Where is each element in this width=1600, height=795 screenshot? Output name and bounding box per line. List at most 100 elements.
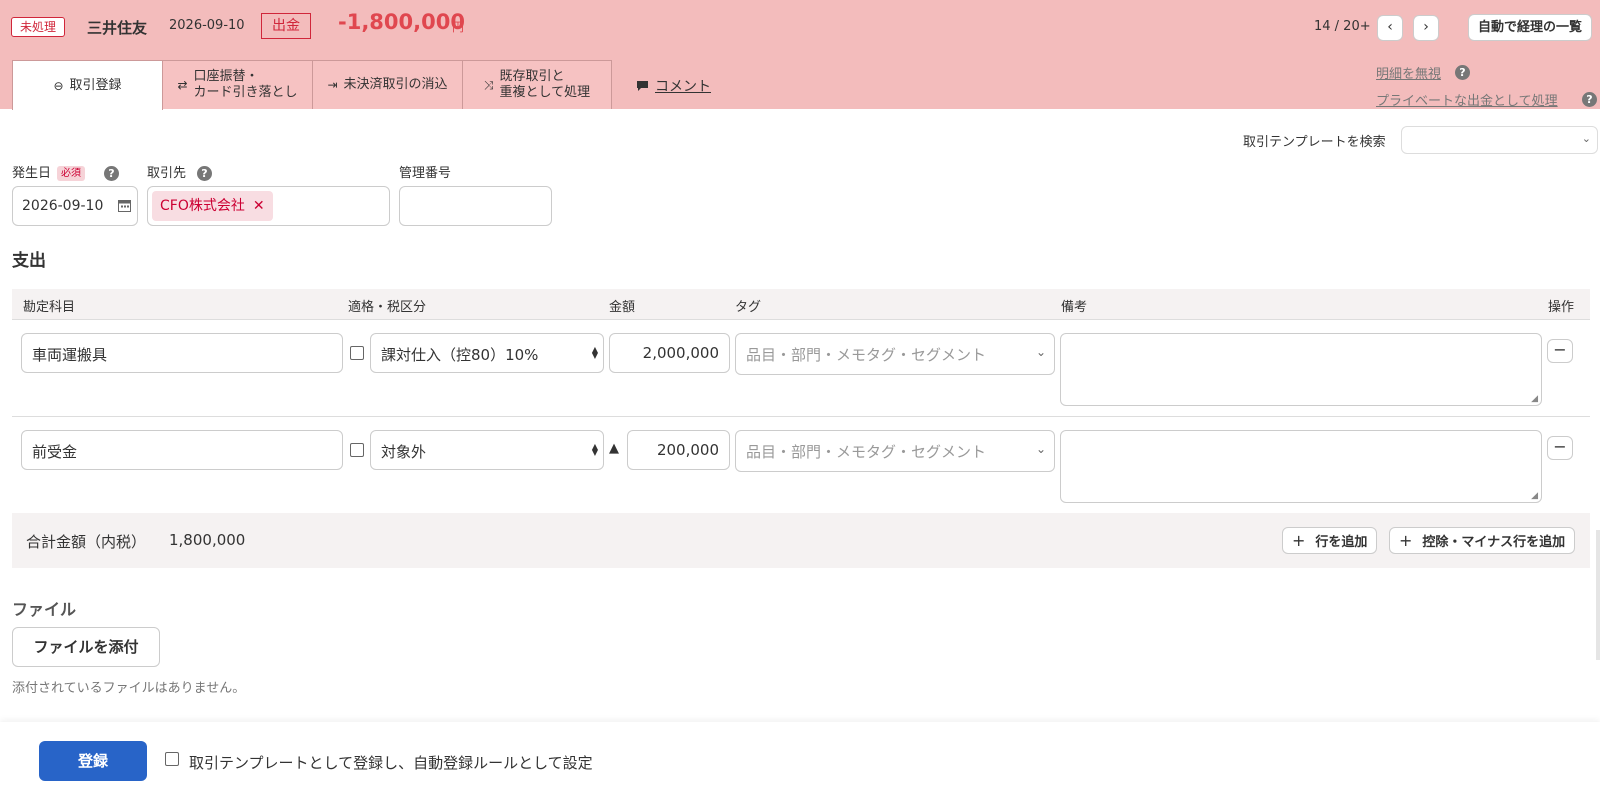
status-badge: 未処理 bbox=[11, 17, 66, 37]
merge-icon: ⇥ bbox=[327, 78, 338, 92]
file-section-title: ファイル bbox=[12, 600, 77, 619]
tag-placeholder: 品目・部門・メモタグ・セグメント bbox=[746, 443, 987, 461]
mgmt-number-input[interactable] bbox=[399, 186, 552, 226]
header-note: 備考 bbox=[1061, 300, 1088, 315]
amount-value: 200,000 bbox=[656, 441, 719, 459]
action-tabs: ⊖ 取引登録 ⇄ 口座振替・ カード引き落とし ⇥ 未決済取引の消込 ⤨ 既存取… bbox=[12, 60, 612, 110]
account-value: 前受金 bbox=[32, 443, 78, 461]
plus-icon: + bbox=[1399, 531, 1413, 550]
date-input[interactable]: 2026-09-10 bbox=[12, 186, 138, 226]
tab-settle[interactable]: ⇥ 未決済取引の消込 bbox=[312, 60, 463, 109]
partner-input[interactable]: CFO株式会社 ✕ bbox=[147, 186, 390, 226]
comment-label: コメント bbox=[655, 79, 711, 95]
chevron-down-icon: ⌄ bbox=[1581, 132, 1591, 145]
qualified-checkbox[interactable] bbox=[350, 346, 364, 360]
template-search-label: 取引テンプレートを検索 bbox=[1243, 135, 1386, 150]
mgmt-number-label: 管理番号 bbox=[399, 166, 452, 181]
add-row-button[interactable]: + 行を追加 bbox=[1282, 527, 1378, 554]
help-icon[interactable]: ? bbox=[1582, 92, 1597, 107]
transaction-type-badge: 出金 bbox=[261, 13, 311, 39]
expense-section-title: 支出 bbox=[12, 251, 46, 271]
required-badge: 必須 bbox=[57, 166, 86, 181]
add-minus-row-button[interactable]: + 控除・マイナス行を追加 bbox=[1389, 527, 1576, 554]
tab-label-line2: カード引き落とし bbox=[193, 85, 298, 100]
total-label: 合計金額（内税） bbox=[26, 533, 147, 551]
remove-row-button[interactable]: − bbox=[1547, 339, 1573, 363]
select-arrows-icon: ▲ ▼ bbox=[591, 345, 598, 360]
amount-input[interactable]: 2,000,000 bbox=[609, 333, 730, 373]
tab-label-line2: 重複として処理 bbox=[499, 85, 591, 100]
save-as-template-checkbox[interactable] bbox=[165, 752, 179, 766]
private-label: プライベートな出金として処理 bbox=[1376, 94, 1558, 109]
header-actions: 操作 bbox=[1548, 300, 1575, 315]
private-withdrawal-link[interactable]: プライベートな出金として処理 bbox=[1376, 90, 1558, 109]
remove-row-button[interactable]: − bbox=[1547, 436, 1573, 460]
tab-label-line1: 口座振替・ bbox=[193, 69, 259, 84]
template-search-select[interactable]: ⌄ bbox=[1401, 126, 1598, 154]
date-label: 発生日 必須 bbox=[12, 162, 86, 181]
tag-select[interactable]: 品目・部門・メモタグ・セグメント ⌄ bbox=[735, 333, 1055, 375]
amount-input[interactable]: 200,000 bbox=[627, 430, 730, 470]
header-account: 勘定科目 bbox=[23, 300, 76, 315]
chevron-down-icon: ⌄ bbox=[1035, 442, 1046, 456]
transaction-date: 2026-09-10 bbox=[169, 18, 245, 33]
account-input[interactable]: 前受金 bbox=[21, 430, 343, 470]
table-header: 勘定科目 適格・税区分 金額 タグ 備考 操作 bbox=[12, 289, 1590, 319]
bank-name: 三井住友 bbox=[87, 19, 148, 37]
qualified-checkbox[interactable] bbox=[350, 443, 364, 457]
tab-duplicate[interactable]: ⤨ 既存取引と 重複として処理 bbox=[462, 60, 612, 109]
date-value: 2026-09-10 bbox=[22, 198, 104, 214]
partner-label: 取引先 bbox=[147, 166, 187, 181]
total-bar: 合計金額（内税） 1,800,000 + 行を追加 + 控除・マイナス行を追加 bbox=[12, 513, 1590, 568]
shuffle-icon: ⤨ bbox=[483, 77, 494, 92]
tag-placeholder: 品目・部門・メモタグ・セグメント bbox=[746, 346, 987, 364]
comment-link[interactable]: コメント bbox=[636, 76, 711, 96]
transaction-amount: -1,800,000 bbox=[338, 10, 465, 34]
account-value: 車両運搬具 bbox=[32, 346, 108, 364]
plus-icon: + bbox=[1292, 531, 1306, 550]
header-tax: 適格・税区分 bbox=[348, 300, 427, 315]
ignore-statement-link[interactable]: 明細を無視 bbox=[1376, 63, 1441, 82]
pager-count: 14 / 20+ bbox=[1314, 19, 1371, 34]
amount-value: 2,000,000 bbox=[642, 344, 719, 362]
note-textarea[interactable]: ◢ bbox=[1060, 333, 1542, 406]
tab-label-line1: 既存取引と bbox=[499, 69, 565, 84]
help-icon[interactable]: ? bbox=[197, 166, 212, 181]
tab-label: 未決済取引の消込 bbox=[343, 77, 448, 92]
account-input[interactable]: 車両運搬具 bbox=[21, 333, 343, 373]
help-icon[interactable]: ? bbox=[104, 166, 119, 181]
help-icon[interactable]: ? bbox=[1455, 65, 1470, 80]
comment-icon bbox=[637, 81, 648, 91]
prev-button[interactable]: ‹ bbox=[1377, 15, 1403, 41]
transfer-icon: ⇄ bbox=[177, 78, 188, 92]
resize-grip-icon[interactable]: ◢ bbox=[1531, 491, 1538, 501]
tax-value: 対象外 bbox=[381, 443, 427, 461]
resize-grip-icon[interactable]: ◢ bbox=[1531, 394, 1538, 404]
transaction-header: 未処理 三井住友 2026-09-10 出金 -1,800,000 円 14 /… bbox=[0, 0, 1600, 110]
tax-select[interactable]: 対象外 ▲ ▼ bbox=[370, 430, 604, 470]
scrollbar[interactable] bbox=[1596, 530, 1600, 660]
tab-register[interactable]: ⊖ 取引登録 bbox=[12, 60, 163, 110]
calendar-icon[interactable] bbox=[118, 199, 131, 216]
submit-button[interactable]: 登録 bbox=[39, 741, 147, 781]
close-icon[interactable]: ✕ bbox=[253, 198, 265, 214]
minus-circle-icon: ⊖ bbox=[53, 78, 64, 93]
tax-select[interactable]: 課対仕入（控80）10% ▲ ▼ bbox=[370, 333, 604, 373]
add-minus-row-label: 控除・マイナス行を追加 bbox=[1422, 535, 1566, 550]
no-files-text: 添付されているファイルはありません。 bbox=[12, 681, 246, 696]
add-row-label: 行を追加 bbox=[1315, 535, 1368, 550]
next-button[interactable]: › bbox=[1413, 15, 1439, 41]
attach-file-button[interactable]: ファイルを添付 bbox=[12, 627, 160, 667]
select-arrows-icon: ▲ ▼ bbox=[591, 442, 598, 457]
divider bbox=[12, 416, 1590, 417]
tax-value: 課対仕入（控80）10% bbox=[381, 346, 539, 364]
partner-chip-label: CFO株式会社 bbox=[160, 198, 245, 214]
note-textarea[interactable]: ◢ bbox=[1060, 430, 1542, 503]
auto-list-button[interactable]: 自動で経理の一覧 bbox=[1468, 14, 1593, 41]
chevron-left-icon: ‹ bbox=[1387, 19, 1393, 35]
total-value: 1,800,000 bbox=[169, 531, 246, 549]
tab-transfer[interactable]: ⇄ 口座振替・ カード引き落とし bbox=[162, 60, 313, 109]
save-as-template-label[interactable]: 取引テンプレートとして登録し、自動登録ルールとして設定 bbox=[189, 752, 593, 773]
chevron-right-icon: › bbox=[1423, 19, 1429, 35]
tag-select[interactable]: 品目・部門・メモタグ・セグメント ⌄ bbox=[735, 430, 1055, 472]
